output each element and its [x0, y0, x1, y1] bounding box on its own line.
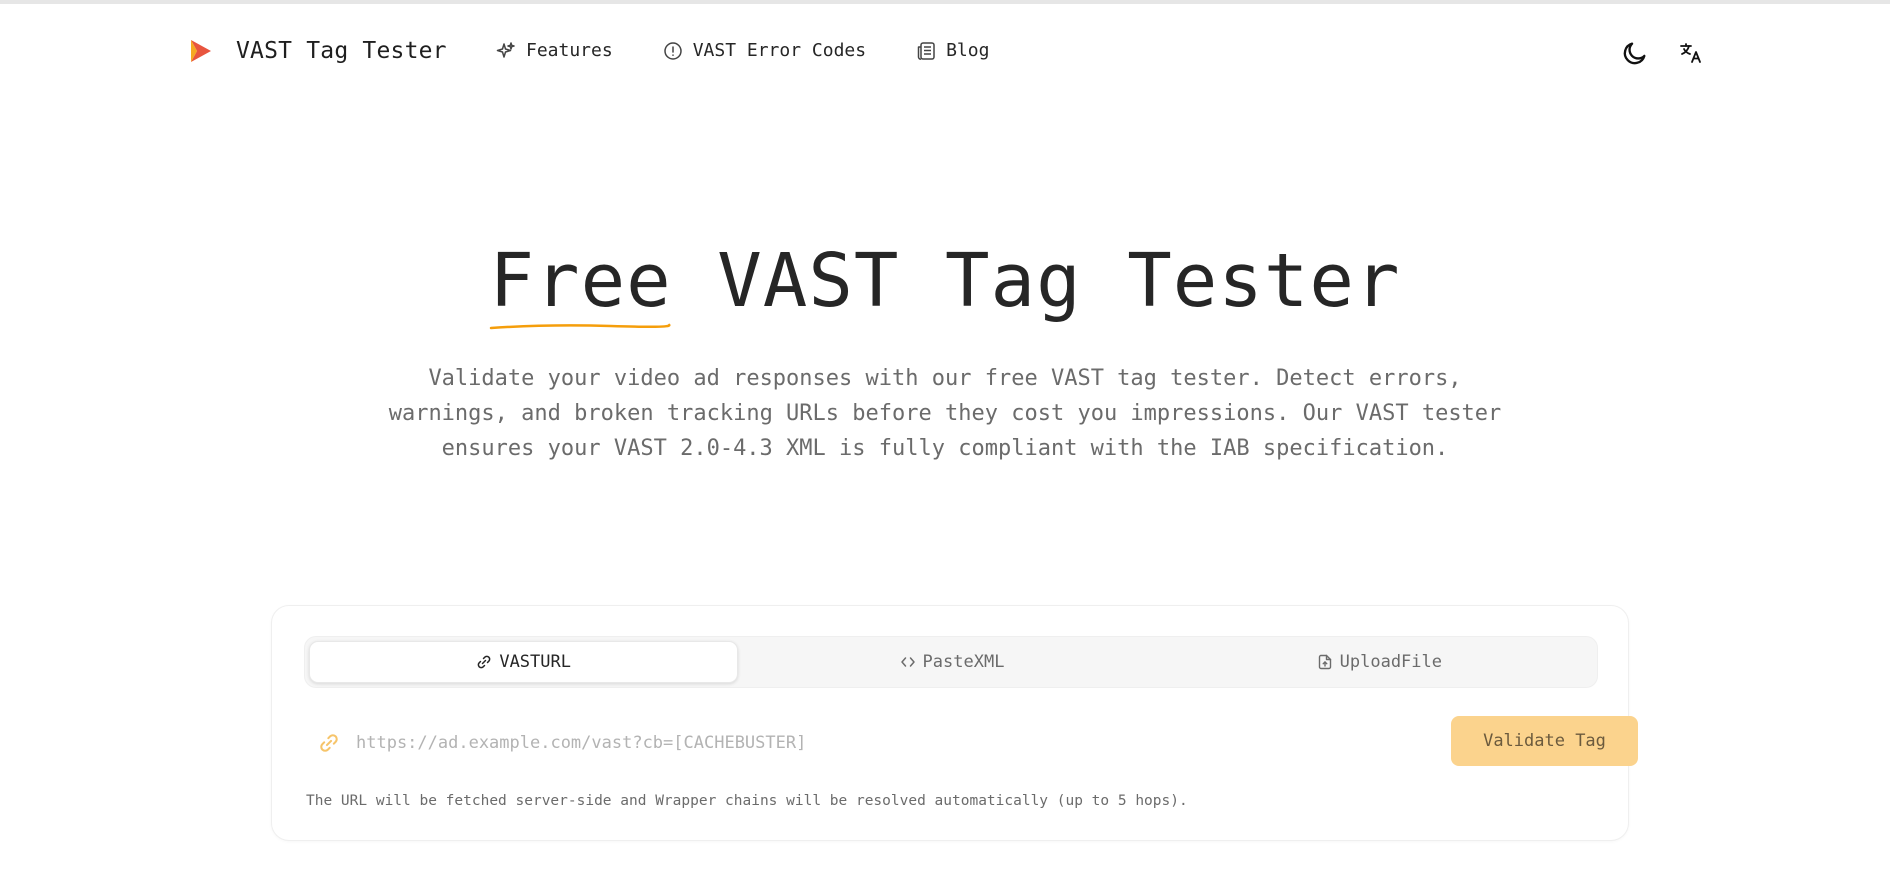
- validate-tag-button[interactable]: Validate Tag: [1451, 716, 1638, 766]
- nav-features-label: Features: [526, 40, 613, 61]
- underline-decoration: [490, 323, 671, 330]
- nav-error-codes-label: VAST Error Codes: [692, 40, 867, 61]
- url-input-row: Validate Tag: [318, 716, 1638, 768]
- input-mode-tabs: VASTURL PasteXML UploadFile: [304, 636, 1598, 688]
- vast-url-input[interactable]: [356, 726, 1356, 760]
- code-icon: [900, 657, 915, 667]
- tab-upload-file-label: UploadFile: [1339, 652, 1442, 672]
- language-button[interactable]: [1676, 38, 1706, 68]
- nav-error-codes[interactable]: VAST Error Codes: [663, 40, 866, 61]
- alert-circle-icon: [663, 41, 682, 60]
- nav-features[interactable]: Features: [496, 40, 613, 61]
- site-header: VAST Tag Tester Features VAST Error Code…: [0, 4, 1890, 96]
- tab-paste-xml-label: PasteXML: [922, 652, 1005, 672]
- tab-upload-file[interactable]: UploadFile: [1166, 641, 1593, 683]
- theme-toggle-button[interactable]: [1620, 38, 1650, 68]
- hero-title: Free VAST Tag Tester: [0, 238, 1890, 330]
- logo[interactable]: VAST Tag Tester: [188, 38, 447, 64]
- hero-title-accent: Free: [489, 238, 671, 330]
- tab-vast-url[interactable]: VASTURL: [309, 641, 739, 683]
- translate-icon: [1680, 43, 1701, 63]
- nav-blog-label: Blog: [946, 40, 990, 61]
- hero-subtitle: Validate your video ad responses with ou…: [388, 366, 1502, 461]
- nav-blog[interactable]: Blog: [916, 40, 989, 61]
- tab-vast-url-label: VASTURL: [499, 652, 571, 672]
- url-link-icon: [320, 734, 338, 752]
- hero-title-rest: VAST Tag Tester: [671, 238, 1401, 324]
- play-logo-icon: [191, 40, 211, 62]
- moon-icon: [1623, 42, 1646, 65]
- link-icon: [477, 655, 491, 669]
- newspaper-icon: [917, 41, 935, 60]
- sparkles-icon: [496, 41, 515, 58]
- tab-paste-xml[interactable]: PasteXML: [738, 641, 1165, 683]
- file-upload-icon: [1318, 654, 1331, 670]
- tester-card: VASTURL PasteXML UploadFile Valida: [271, 605, 1638, 841]
- url-hint-text: The URL will be fetched server-side and …: [306, 793, 1188, 809]
- main-nav: Features VAST Error Codes Blog: [496, 40, 1039, 61]
- app-title: VAST Tag Tester: [236, 38, 447, 64]
